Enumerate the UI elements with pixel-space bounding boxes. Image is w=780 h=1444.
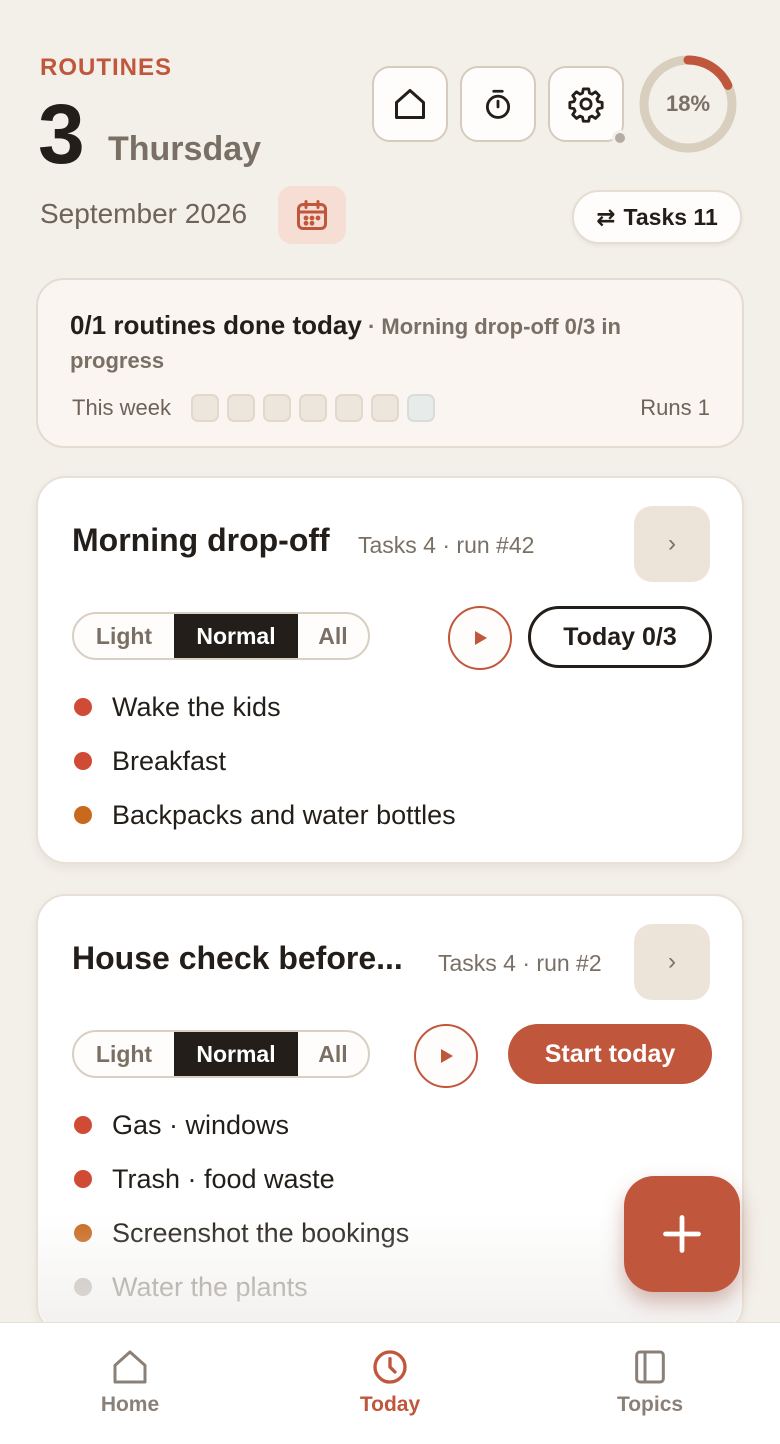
nav-topics-label: Topics — [616, 1393, 684, 1416]
play-button[interactable] — [414, 1024, 478, 1088]
home-button[interactable] — [372, 66, 448, 142]
nav-home[interactable]: Home — [0, 1323, 260, 1444]
week-day-box — [263, 394, 292, 422]
chevron-right-icon: › — [668, 948, 676, 975]
task-label: Backpacks and water bottles — [112, 799, 456, 830]
mode-normal[interactable]: Normal — [174, 1032, 298, 1076]
month-year-label: September 2026 — [40, 198, 248, 229]
progress-percent: 18% — [665, 91, 711, 116]
priority-dot — [74, 1278, 92, 1296]
open-routine-button[interactable]: › — [634, 924, 710, 1000]
daily-progress-ring: 18% — [638, 54, 738, 154]
routine-meta: Tasks 4 · run #42 — [358, 532, 535, 558]
clock-icon — [373, 1350, 407, 1384]
mode-segmented-control: Light Normal All — [72, 1030, 370, 1078]
bottom-navigation: Home Today Topics — [0, 1322, 780, 1444]
week-label: This week — [72, 395, 172, 420]
day-number: 3 — [38, 87, 85, 181]
task-label: Water the plants — [112, 1271, 308, 1302]
add-routine-button[interactable] — [624, 1176, 740, 1292]
calendar-button[interactable] — [278, 186, 346, 244]
mode-light[interactable]: Light — [74, 1032, 174, 1076]
plus-icon — [663, 1215, 701, 1253]
task-label: Screenshot the bookings — [112, 1217, 410, 1248]
week-row: This week Runs 1 — [72, 392, 710, 424]
summary-main: 0/1 routines done today — [70, 310, 362, 340]
calendar-icon — [297, 200, 327, 230]
chevron-right-icon: › — [668, 530, 676, 557]
play-button[interactable] — [448, 606, 512, 670]
book-icon — [635, 1350, 665, 1384]
priority-dot — [74, 1224, 92, 1242]
nav-today-label: Today — [359, 1393, 421, 1416]
settings-button[interactable] — [548, 66, 628, 146]
week-day-boxes — [191, 394, 436, 422]
open-routine-button[interactable]: › — [634, 506, 710, 582]
task-list: Gas · windows Trash · food waste Screens… — [74, 1098, 409, 1314]
task-label: Trash · food waste — [112, 1163, 335, 1194]
tasks-chip-label: Tasks 11 — [623, 203, 718, 230]
play-icon — [441, 1049, 453, 1063]
task-label: Gas · windows — [112, 1109, 290, 1140]
play-icon — [475, 631, 487, 645]
mode-all[interactable]: All — [298, 1032, 368, 1076]
task-label: Wake the kids — [112, 691, 281, 722]
home-icon — [113, 1350, 147, 1384]
routine-meta: Tasks 4 · run #2 — [438, 950, 602, 976]
week-day-box — [227, 394, 256, 422]
daily-summary-card: 0/1 routines done today · Morning drop-o… — [36, 278, 744, 448]
routine-card[interactable]: Morning drop-off Tasks 4 · run #42 › Lig… — [36, 476, 744, 864]
week-day-box — [191, 394, 220, 422]
section-eyebrow: ROUTINES — [40, 54, 173, 81]
nav-topics[interactable]: Topics — [520, 1323, 780, 1444]
settings-status-dot — [612, 130, 628, 146]
week-day-box — [407, 394, 436, 422]
mode-normal[interactable]: Normal — [174, 614, 298, 658]
task-item[interactable]: Screenshot the bookings — [74, 1206, 409, 1260]
nav-today[interactable]: Today — [260, 1323, 520, 1444]
task-item[interactable]: Water the plants — [74, 1260, 409, 1314]
routine-title: Morning drop-off — [72, 522, 330, 558]
task-item[interactable]: Gas · windows — [74, 1098, 409, 1152]
home-icon — [395, 89, 425, 119]
routines-screen: ROUTINES 3 Thursday September 2026 18% ⇄… — [0, 0, 780, 1444]
task-item[interactable]: Backpacks and water bottles — [74, 788, 456, 842]
task-item[interactable]: Trash · food waste — [74, 1152, 409, 1206]
week-day-box — [335, 394, 364, 422]
task-label: Breakfast — [112, 745, 227, 776]
runs-count: Runs 1 — [640, 395, 710, 420]
swap-icon: ⇄ — [596, 203, 616, 230]
week-day-box — [371, 394, 400, 422]
timer-button[interactable] — [460, 66, 536, 142]
mode-light[interactable]: Light — [74, 614, 174, 658]
priority-dot — [74, 1170, 92, 1188]
weekday-label: Thursday — [108, 130, 262, 168]
start-today-button[interactable]: Start today — [508, 1024, 712, 1084]
nav-home-label: Home — [100, 1393, 160, 1416]
gear-icon — [568, 87, 604, 123]
priority-dot — [74, 1116, 92, 1134]
tasks-toggle-chip[interactable]: ⇄ Tasks 11 — [572, 190, 742, 244]
today-progress-button[interactable]: Today 0/3 — [528, 606, 712, 668]
task-item[interactable]: Wake the kids — [74, 680, 456, 734]
routine-title: House check before... — [72, 940, 403, 976]
priority-dot — [74, 752, 92, 770]
priority-dot — [74, 698, 92, 716]
priority-dot — [74, 806, 92, 824]
task-list: Wake the kids Breakfast Backpacks and wa… — [74, 680, 456, 842]
week-day-box — [299, 394, 328, 422]
mode-segmented-control: Light Normal All — [72, 612, 370, 660]
mode-all[interactable]: All — [298, 614, 368, 658]
stopwatch-icon — [485, 89, 511, 119]
summary-text: 0/1 routines done today · Morning drop-o… — [70, 308, 710, 378]
task-item[interactable]: Breakfast — [74, 734, 456, 788]
